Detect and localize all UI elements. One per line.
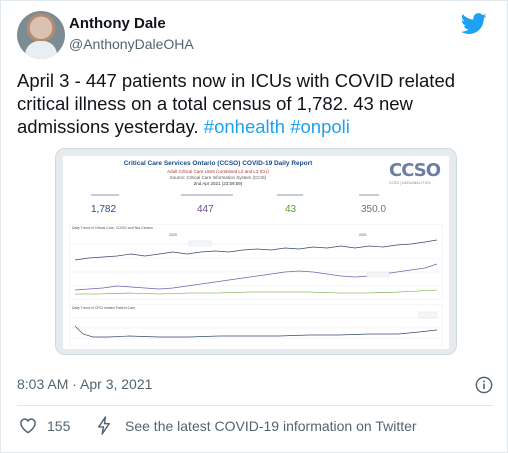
report-date: 2nd Apr 2021 (23:59:59) [193, 181, 243, 186]
stat-new-admissions: 43 [285, 204, 297, 215]
chart1-caption: Daily Trend of Critical Care, COVID and … [72, 226, 153, 230]
covid-info-link[interactable]: See the latest COVID-19 information on T… [125, 418, 417, 434]
lightning-bolt-icon[interactable] [97, 416, 111, 435]
census-trend-chart: Daily Trend of Critical Care, COVID and … [69, 224, 443, 300]
heart-icon[interactable] [19, 417, 37, 434]
stat-other: 350.0 [361, 204, 387, 215]
tweet-timestamp[interactable]: 8:03 AM · Apr 3, 2021 [17, 376, 152, 392]
author-name[interactable]: Anthony Dale [69, 15, 166, 32]
ccso-logo-subtitle: CCSO | DATA ANALYTICS [389, 181, 431, 185]
divider [17, 405, 493, 406]
ccso-report: Critical Care Services Ontario (CCSO) CO… [63, 156, 449, 349]
stat-label-3 [277, 194, 303, 198]
stat-label-4 [359, 194, 379, 198]
tweet-card: Anthony Dale @AnthonyDaleOHA April 3 - 4… [0, 0, 508, 453]
chart1-year-2020: 2020 [169, 233, 177, 237]
author-handle[interactable]: @AnthonyDaleOHA [69, 36, 194, 52]
report-source: Source: Critical Care Information System… [169, 175, 267, 180]
hashtag-onhealth[interactable]: #onhealth [204, 116, 285, 137]
report-subtitle: Adult Critical Care Units (combined L2 a… [167, 169, 269, 174]
tweet-text: April 3 - 447 patients now in ICUs with … [17, 69, 493, 138]
hashtag-onpoli[interactable]: #onpoli [290, 116, 350, 137]
stat-label-1 [91, 194, 119, 198]
report-title: Critical Care Services Ontario (CCSO) CO… [123, 160, 313, 167]
stat-label-2 [181, 194, 233, 198]
chart2-caption: Daily Trend of CRCI related Patient Care [72, 306, 135, 310]
chart1-year-2021: 2021 [359, 233, 367, 237]
crci-trend-chart: Daily Trend of CRCI related Patient Care [69, 304, 443, 346]
avatar[interactable] [17, 11, 65, 59]
like-count[interactable]: 155 [47, 418, 70, 434]
tweet-image[interactable]: Critical Care Services Ontario (CCSO) CO… [55, 148, 457, 355]
info-icon[interactable] [475, 376, 493, 394]
twitter-bird-icon[interactable] [461, 13, 487, 35]
stat-covid-patients: 447 [197, 204, 214, 215]
ccso-logo: CCSO [389, 160, 441, 181]
stat-total-census: 1,782 [91, 204, 117, 215]
